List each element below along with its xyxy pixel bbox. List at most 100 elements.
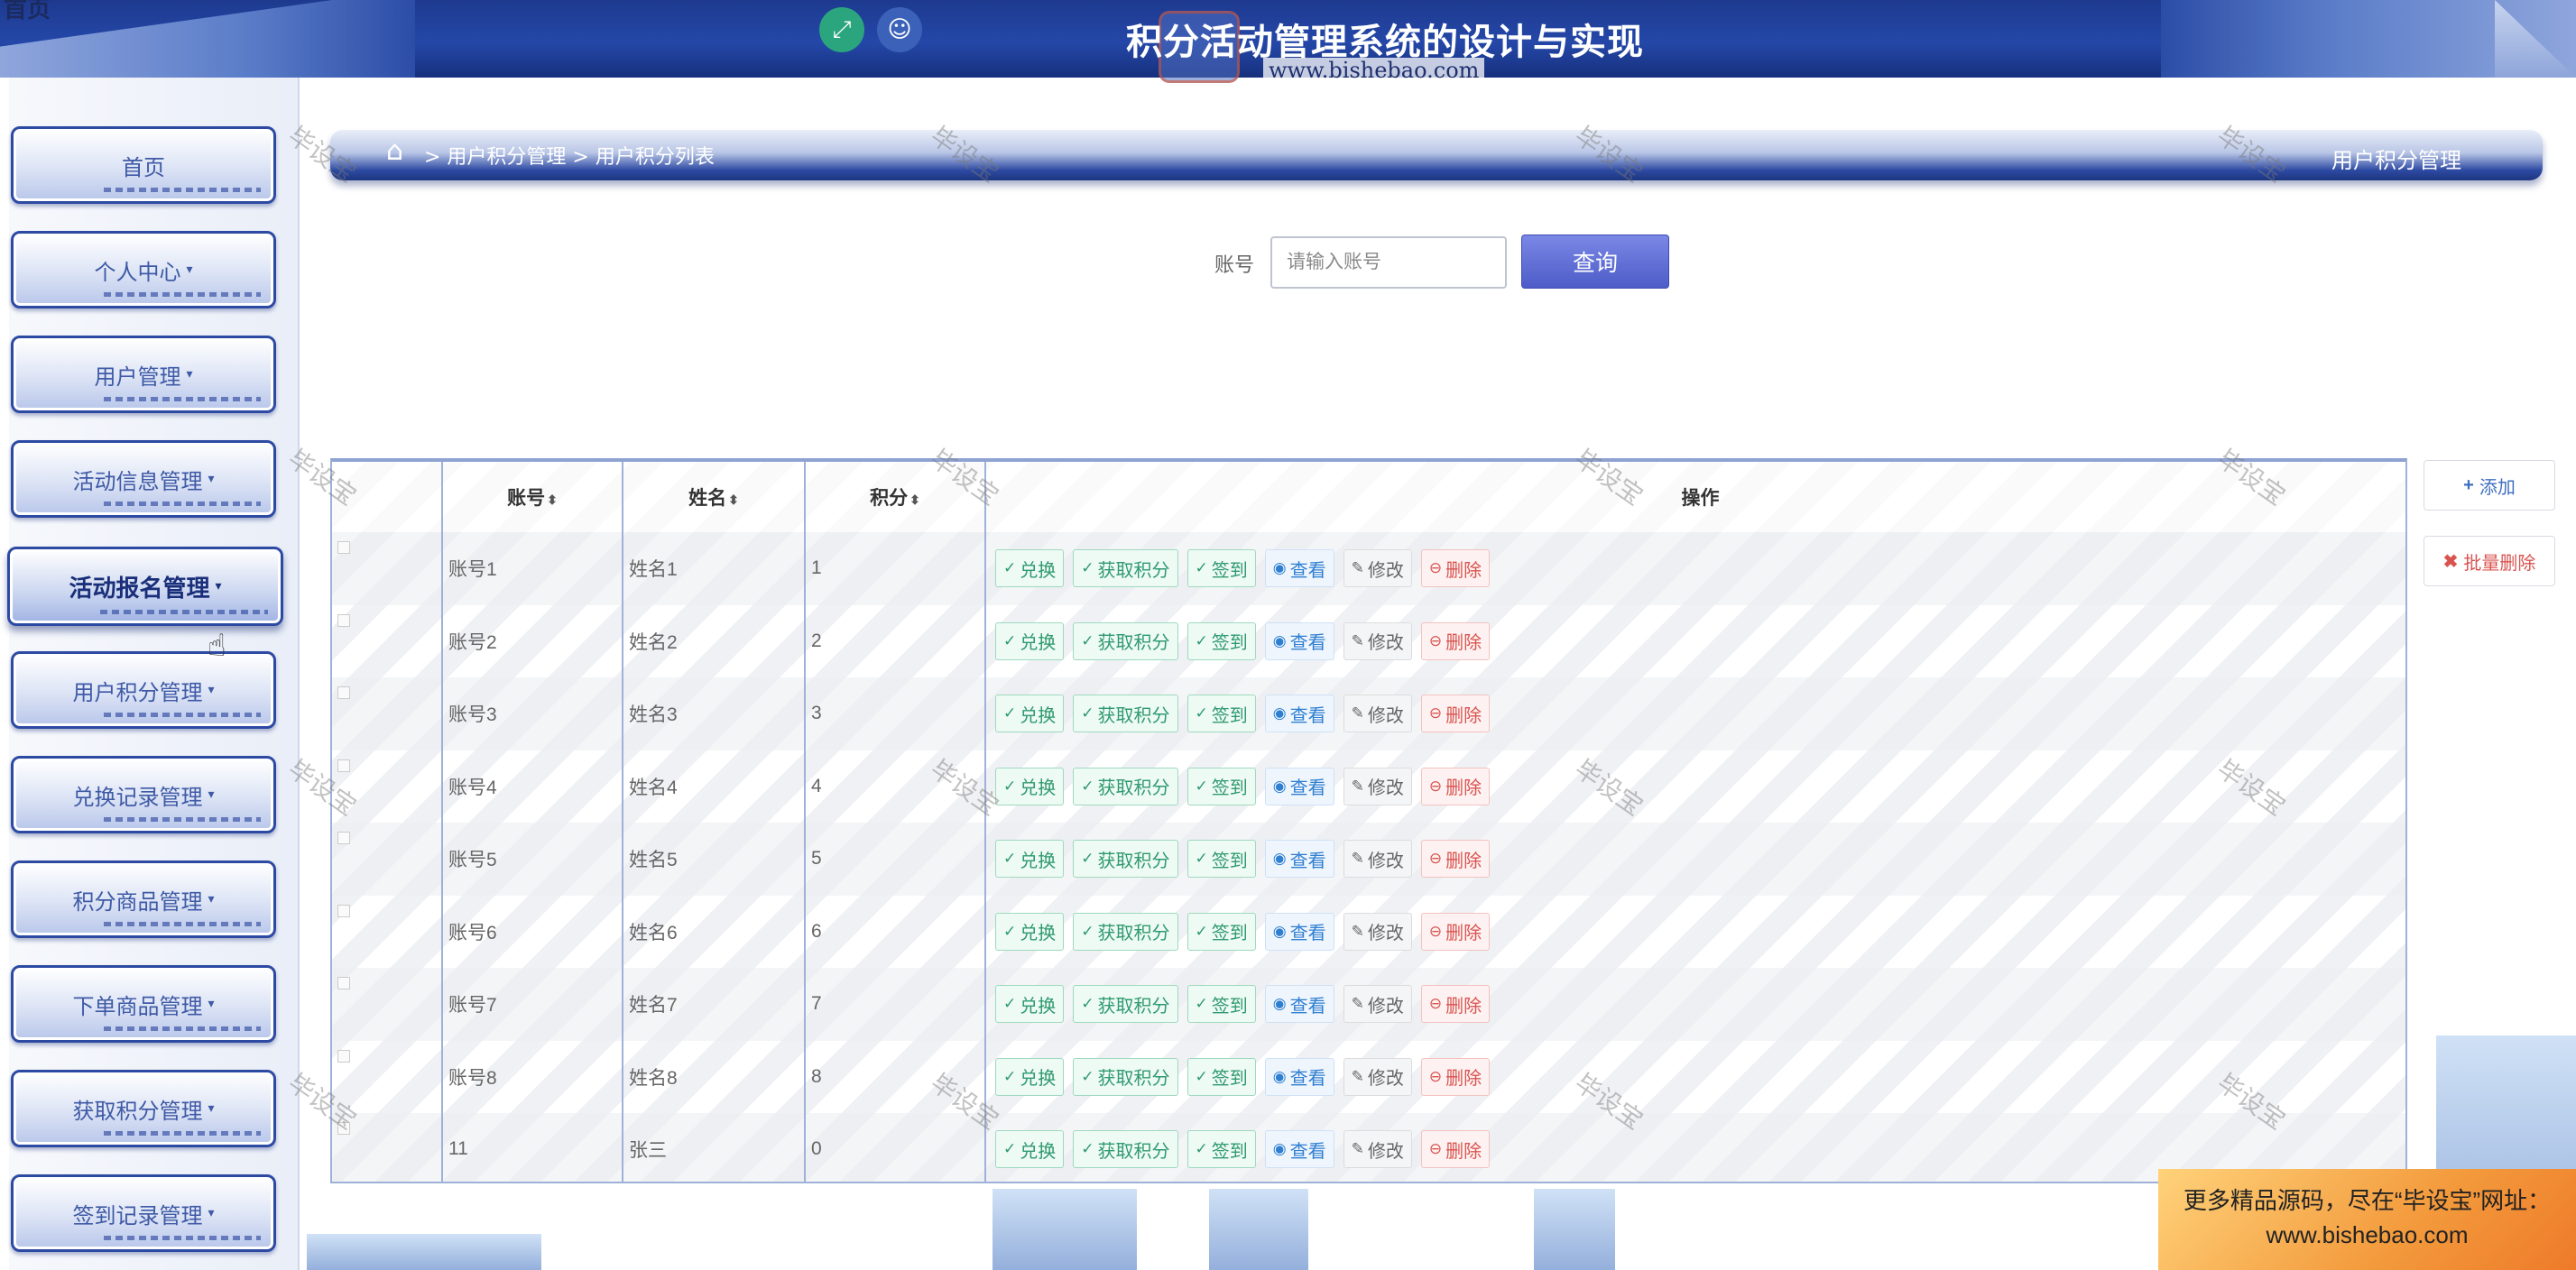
exchange-button[interactable]: ✓ 兑换	[995, 695, 1065, 733]
checkin-button[interactable]: ✓ 签到	[1186, 1130, 1256, 1169]
earn-points-button[interactable]: ✓ 获取积分	[1073, 767, 1178, 805]
row-checkbox[interactable]	[337, 613, 350, 627]
checkin-button[interactable]: ✓ 签到	[1186, 840, 1256, 879]
exchange-button[interactable]: ✓ 兑换	[995, 840, 1065, 879]
edit-button[interactable]: ✎ 修改	[1343, 1130, 1412, 1169]
edit-button[interactable]: ✎ 修改	[1343, 695, 1412, 733]
search-button[interactable]: 查询	[1521, 235, 1669, 289]
earn-points-button[interactable]: ✓ 获取积分	[1073, 840, 1178, 879]
edit-button[interactable]: ✎ 修改	[1343, 621, 1412, 660]
exchange-button[interactable]: ✓ 兑换	[995, 912, 1065, 951]
sort-icon[interactable]: ⬍	[909, 492, 920, 507]
check-circle-icon: ✓	[1081, 1067, 1094, 1085]
view-button[interactable]: ◉ 查看	[1264, 767, 1334, 805]
view-button[interactable]: ◉ 查看	[1264, 912, 1334, 951]
view-button[interactable]: ◉ 查看	[1264, 549, 1334, 588]
action-label: 查看	[1289, 778, 1326, 799]
row-checkbox[interactable]	[337, 977, 350, 990]
sidebar-item-exchange-records[interactable]: 兑换记录管理 ▾	[11, 756, 276, 833]
sidebar-item-earn-points[interactable]: 获取积分管理 ▾	[11, 1070, 276, 1147]
sort-icon[interactable]: ⬍	[547, 492, 558, 507]
earn-points-button[interactable]: ✓ 获取积分	[1073, 1130, 1178, 1169]
row-checkbox[interactable]	[337, 686, 350, 700]
batch-delete-button[interactable]: ✖ 批量删除	[2424, 536, 2555, 586]
row-checkbox[interactable]	[337, 832, 350, 845]
column-header-name[interactable]: 姓名 ⬍	[622, 462, 805, 532]
user-button[interactable]: ☺	[877, 7, 922, 52]
exchange-button[interactable]: ✓ 兑换	[995, 1130, 1065, 1169]
check-circle-icon: ✓	[1195, 1067, 1208, 1085]
sidebar-item-home[interactable]: 首页	[11, 126, 276, 204]
earn-points-button[interactable]: ✓ 获取积分	[1073, 621, 1178, 660]
sidebar-item-checkin-records[interactable]: 签到记录管理 ▾	[11, 1174, 276, 1252]
exchange-button[interactable]: ✓ 兑换	[995, 767, 1065, 805]
check-circle-icon: ✓	[1195, 1140, 1208, 1158]
view-button[interactable]: ◉ 查看	[1264, 695, 1334, 733]
exchange-button[interactable]: ✓ 兑换	[995, 1057, 1065, 1096]
row-checkbox[interactable]	[337, 1122, 350, 1136]
earn-points-button[interactable]: ✓ 获取积分	[1073, 985, 1178, 1024]
checkin-button[interactable]: ✓ 签到	[1186, 695, 1256, 733]
checkin-button[interactable]: ✓ 签到	[1186, 985, 1256, 1024]
earn-points-button[interactable]: ✓ 获取积分	[1073, 1057, 1178, 1096]
earn-points-button[interactable]: ✓ 获取积分	[1073, 695, 1178, 733]
sidebar-item-points-products[interactable]: 积分商品管理 ▾	[11, 860, 276, 938]
delete-button[interactable]: ⊖ 删除	[1420, 549, 1491, 588]
exchange-button[interactable]: ✓ 兑换	[995, 985, 1065, 1024]
edit-button[interactable]: ✎ 修改	[1343, 912, 1412, 951]
row-checkbox[interactable]	[337, 1049, 350, 1063]
cell-account: 账号6	[441, 895, 623, 968]
sort-icon[interactable]: ⬍	[728, 492, 739, 507]
edit-button[interactable]: ✎ 修改	[1343, 840, 1412, 879]
edit-button[interactable]: ✎ 修改	[1343, 767, 1412, 805]
view-button[interactable]: ◉ 查看	[1264, 840, 1334, 879]
column-header-points[interactable]: 积分 ⬍	[804, 462, 985, 532]
sidebar-item-order-products[interactable]: 下单商品管理 ▾	[11, 965, 276, 1043]
promo-banner[interactable]: 更多精品源码，尽在“毕设宝”网址： www.bishebao.com	[2158, 1169, 2576, 1270]
row-checkbox[interactable]	[337, 904, 350, 917]
earn-points-button[interactable]: ✓ 获取积分	[1073, 549, 1178, 588]
delete-button[interactable]: ⊖ 删除	[1420, 912, 1491, 951]
action-label: 兑换	[1020, 778, 1057, 799]
column-header-account[interactable]: 账号 ⬍	[441, 462, 623, 532]
checkin-button[interactable]: ✓ 签到	[1186, 549, 1256, 588]
edit-button[interactable]: ✎ 修改	[1343, 549, 1412, 588]
home-icon[interactable]: ⌂	[386, 135, 403, 167]
view-button[interactable]: ◉ 查看	[1264, 1130, 1334, 1169]
check-circle-icon: ✓	[1003, 1067, 1017, 1085]
sidebar-item-label: 用户管理	[94, 364, 181, 390]
add-button[interactable]: + 添加	[2424, 460, 2555, 511]
delete-button[interactable]: ⊖ 删除	[1420, 621, 1491, 660]
delete-button[interactable]: ⊖ 删除	[1420, 1130, 1491, 1169]
exchange-button[interactable]: ✓ 兑换	[995, 621, 1065, 660]
delete-button[interactable]: ⊖ 删除	[1420, 695, 1491, 733]
edit-button[interactable]: ✎ 修改	[1343, 985, 1412, 1024]
delete-button[interactable]: ⊖ 删除	[1420, 767, 1491, 805]
checkin-button[interactable]: ✓ 签到	[1186, 767, 1256, 805]
sidebar-item-user-points[interactable]: 用户积分管理 ▾	[11, 651, 276, 729]
cell-points: 5	[804, 823, 985, 896]
row-checkbox[interactable]	[337, 541, 350, 555]
row-checkbox[interactable]	[337, 759, 350, 772]
sidebar-item-label: 活动报名管理	[69, 575, 210, 603]
view-button[interactable]: ◉ 查看	[1264, 621, 1334, 660]
delete-button[interactable]: ⊖ 删除	[1420, 840, 1491, 879]
exchange-button[interactable]: ✓ 兑换	[995, 549, 1065, 588]
sidebar-item-personal-center[interactable]: 个人中心 ▾	[11, 231, 276, 308]
delete-button[interactable]: ⊖ 删除	[1420, 1057, 1491, 1096]
sidebar-item-user-management[interactable]: 用户管理 ▾	[11, 336, 276, 413]
fullscreen-button[interactable]: ⤢	[819, 7, 864, 52]
checkin-button[interactable]: ✓ 签到	[1186, 621, 1256, 660]
edit-button[interactable]: ✎ 修改	[1343, 1057, 1412, 1096]
view-button[interactable]: ◉ 查看	[1264, 985, 1334, 1024]
account-search-input[interactable]	[1270, 236, 1507, 289]
sidebar-item-activity-signup[interactable]: 活动报名管理 ▾	[7, 547, 283, 626]
delete-button[interactable]: ⊖ 删除	[1420, 985, 1491, 1024]
checkin-button[interactable]: ✓ 签到	[1186, 912, 1256, 951]
view-button[interactable]: ◉ 查看	[1264, 1057, 1334, 1096]
checkin-button[interactable]: ✓ 签到	[1186, 1057, 1256, 1096]
cell-actions: ✓ 兑换 ✓ 获取积分 ✓ 签到 ◉ 查看 ✎ 修改 ⊖ 删除	[984, 604, 2405, 677]
sidebar-item-activity-info[interactable]: 活动信息管理 ▾	[11, 440, 276, 518]
earn-points-button[interactable]: ✓ 获取积分	[1073, 912, 1178, 951]
chevron-down-icon: ▾	[186, 367, 193, 382]
